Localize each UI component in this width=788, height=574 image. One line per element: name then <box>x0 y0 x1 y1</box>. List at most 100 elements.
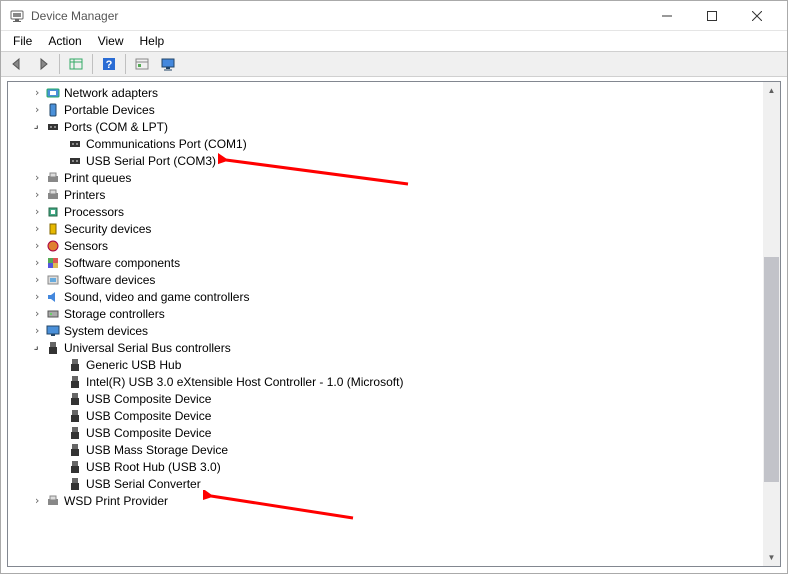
menu-view[interactable]: View <box>90 32 132 50</box>
node-label: Processors <box>64 205 124 219</box>
collapse-icon[interactable]: › <box>27 117 47 137</box>
expand-icon[interactable]: › <box>30 188 44 202</box>
maximize-button[interactable] <box>689 1 734 30</box>
tree-node-software-components[interactable]: › Software components <box>8 254 763 271</box>
expand-icon[interactable]: › <box>30 494 44 508</box>
toolbar: ? <box>1 51 787 77</box>
scroll-track[interactable] <box>763 99 780 549</box>
expand-icon[interactable]: › <box>30 239 44 253</box>
tree-node-software-devices[interactable]: › Software devices <box>8 271 763 288</box>
tree-node-usb-composite2[interactable]: · USB Composite Device <box>8 407 763 424</box>
tree-node-com-port[interactable]: · Communications Port (COM1) <box>8 135 763 152</box>
expand-icon[interactable]: › <box>30 290 44 304</box>
expand-icon[interactable]: › <box>30 205 44 219</box>
expand-icon[interactable]: › <box>30 103 44 117</box>
node-label: Sound, video and game controllers <box>64 290 249 304</box>
software-icon <box>45 255 61 271</box>
back-button[interactable] <box>5 53 29 75</box>
menu-action[interactable]: Action <box>40 32 89 50</box>
scroll-up-button[interactable]: ▲ <box>763 82 780 99</box>
network-icon <box>45 85 61 101</box>
security-icon <box>45 221 61 237</box>
tree-node-usb-serial-port[interactable]: · USB Serial Port (COM3) <box>8 152 763 169</box>
expand-icon[interactable]: › <box>30 256 44 270</box>
node-label: Software devices <box>64 273 155 287</box>
expand-icon[interactable]: › <box>30 324 44 338</box>
forward-button[interactable] <box>31 53 55 75</box>
toolbar-separator <box>59 54 60 74</box>
titlebar: Device Manager <box>1 1 787 31</box>
node-label: USB Serial Converter <box>86 477 201 491</box>
node-label: Storage controllers <box>64 307 165 321</box>
tree-node-security-devices[interactable]: › Security devices <box>8 220 763 237</box>
node-label: Software components <box>64 256 180 270</box>
svg-text:?: ? <box>106 59 113 71</box>
tree-node-processors[interactable]: › Processors <box>8 203 763 220</box>
tree-node-network-adapters[interactable]: › Network adapters <box>8 84 763 101</box>
node-label: USB Composite Device <box>86 392 211 406</box>
node-label: Sensors <box>64 239 108 253</box>
expand-icon[interactable]: › <box>30 307 44 321</box>
tree-node-usb-composite3[interactable]: · USB Composite Device <box>8 424 763 441</box>
expand-icon[interactable]: › <box>30 273 44 287</box>
scan-hardware-button[interactable] <box>130 53 154 75</box>
tree-node-usb-serial-converter[interactable]: · USB Serial Converter <box>8 475 763 492</box>
tree-node-sound[interactable]: › Sound, video and game controllers <box>8 288 763 305</box>
window-title: Device Manager <box>31 9 644 23</box>
tree-node-wsd[interactable]: › WSD Print Provider <box>8 492 763 509</box>
vertical-scrollbar[interactable]: ▲ ▼ <box>763 82 780 566</box>
node-label: Security devices <box>64 222 151 236</box>
software-icon <box>45 272 61 288</box>
tree-node-generic-hub[interactable]: · Generic USB Hub <box>8 356 763 373</box>
monitor-icon-button[interactable] <box>156 53 180 75</box>
tree-node-portable-devices[interactable]: › Portable Devices <box>8 101 763 118</box>
node-label: Network adapters <box>64 86 158 100</box>
node-label: Printers <box>64 188 105 202</box>
help-button[interactable]: ? <box>97 53 121 75</box>
tree-node-usb-controllers[interactable]: › Universal Serial Bus controllers <box>8 339 763 356</box>
toolbar-separator <box>125 54 126 74</box>
show-hide-tree-button[interactable] <box>64 53 88 75</box>
scroll-down-button[interactable]: ▼ <box>763 549 780 566</box>
node-label: Print queues <box>64 171 131 185</box>
node-label: Communications Port (COM1) <box>86 137 247 151</box>
printer-icon <box>45 170 61 186</box>
tree-node-usb-mass-storage[interactable]: · USB Mass Storage Device <box>8 441 763 458</box>
collapse-icon[interactable]: › <box>27 338 47 358</box>
port-icon <box>67 153 83 169</box>
tree-node-sensors[interactable]: › Sensors <box>8 237 763 254</box>
tree-node-intel-xhci[interactable]: · Intel(R) USB 3.0 eXtensible Host Contr… <box>8 373 763 390</box>
system-icon <box>45 323 61 339</box>
node-label: Universal Serial Bus controllers <box>64 341 231 355</box>
port-icon <box>67 136 83 152</box>
usb-icon <box>67 391 83 407</box>
node-label: Portable Devices <box>64 103 155 117</box>
node-label: USB Serial Port (COM3) <box>86 154 216 168</box>
sound-icon <box>45 289 61 305</box>
tree-node-system-devices[interactable]: › System devices <box>8 322 763 339</box>
menu-file[interactable]: File <box>5 32 40 50</box>
toolbar-separator <box>92 54 93 74</box>
device-tree[interactable]: › Network adapters › Portable Devices › … <box>8 82 763 566</box>
tree-node-usb-root-hub[interactable]: · USB Root Hub (USB 3.0) <box>8 458 763 475</box>
expand-icon[interactable]: › <box>30 222 44 236</box>
usb-icon <box>67 442 83 458</box>
printer-icon <box>45 187 61 203</box>
cpu-icon <box>45 204 61 220</box>
node-label: Intel(R) USB 3.0 eXtensible Host Control… <box>86 375 403 389</box>
printer-icon <box>45 493 61 509</box>
tree-node-ports[interactable]: › Ports (COM & LPT) <box>8 118 763 135</box>
node-label: USB Composite Device <box>86 409 211 423</box>
tree-node-storage-controllers[interactable]: › Storage controllers <box>8 305 763 322</box>
usb-icon <box>67 476 83 492</box>
close-button[interactable] <box>734 1 779 30</box>
node-label: System devices <box>64 324 148 338</box>
menu-help[interactable]: Help <box>132 32 173 50</box>
tree-node-usb-composite1[interactable]: · USB Composite Device <box>8 390 763 407</box>
expand-icon[interactable]: › <box>30 86 44 100</box>
scroll-thumb[interactable] <box>764 257 779 482</box>
tree-node-print-queues[interactable]: › Print queues <box>8 169 763 186</box>
expand-icon[interactable]: › <box>30 171 44 185</box>
tree-node-printers[interactable]: › Printers <box>8 186 763 203</box>
minimize-button[interactable] <box>644 1 689 30</box>
